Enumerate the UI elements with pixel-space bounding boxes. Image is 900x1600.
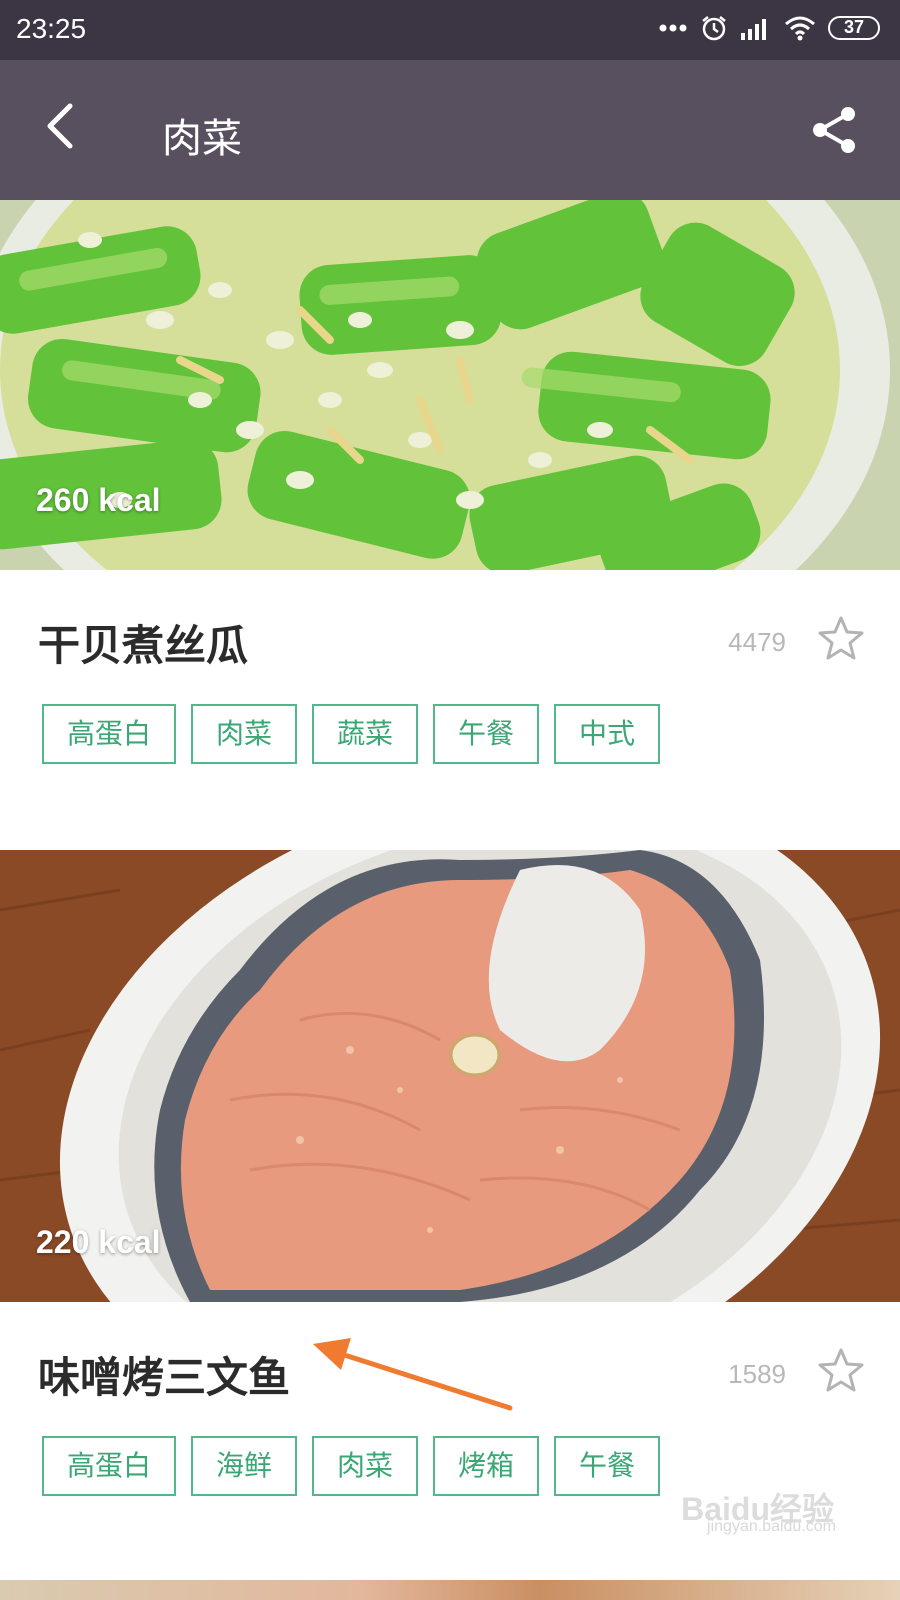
battery-indicator: 37: [828, 16, 880, 40]
signal-icon: [741, 19, 766, 40]
status-time: 23:25: [16, 13, 87, 44]
share-button[interactable]: [808, 104, 860, 156]
next-recipe-image-peek[interactable]: [0, 1580, 900, 1600]
annotation-arrow-icon: [313, 1338, 513, 1411]
tag[interactable]: 午餐: [433, 704, 539, 764]
recipe-image[interactable]: 220 kcal: [0, 850, 900, 1302]
tag[interactable]: 中式: [554, 704, 660, 764]
tag[interactable]: 高蛋白: [42, 704, 176, 764]
app-header: 肉菜: [0, 60, 900, 200]
back-button[interactable]: [36, 96, 96, 156]
watermark-url: jingyan.baidu.com: [707, 1518, 836, 1535]
tag-list: 高蛋白 海鲜 肉菜 烤箱 午餐: [42, 1436, 660, 1496]
wifi-icon: [785, 16, 815, 41]
page-title: 肉菜: [162, 116, 242, 162]
status-icons: 37: [658, 14, 880, 42]
tag[interactable]: 高蛋白: [42, 1436, 176, 1496]
status-bar: 23:25 37: [0, 0, 900, 60]
recipe-title[interactable]: 味噌烤三文鱼: [38, 1344, 290, 1405]
tag[interactable]: 海鲜: [191, 1436, 297, 1496]
kcal-label: 220 kcal: [36, 1224, 161, 1260]
favorite-star-icon[interactable]: [816, 1346, 866, 1396]
tag[interactable]: 午餐: [554, 1436, 660, 1496]
favorite-count: 1589: [728, 1359, 786, 1389]
tag-list: 高蛋白 肉菜 蔬菜 午餐 中式: [42, 704, 660, 764]
alarm-icon: [702, 16, 726, 41]
more-dots-icon: [659, 24, 687, 32]
recipe-image[interactable]: 260 kcal: [0, 200, 900, 570]
tag[interactable]: 肉菜: [312, 1436, 418, 1496]
recipe-title[interactable]: 干贝煮丝瓜: [38, 612, 248, 673]
favorite-count: 4479: [728, 627, 786, 657]
kcal-label: 260 kcal: [36, 482, 161, 518]
tag[interactable]: 肉菜: [191, 704, 297, 764]
favorite-star-icon[interactable]: [816, 614, 866, 664]
tag[interactable]: 蔬菜: [312, 704, 418, 764]
tag[interactable]: 烤箱: [433, 1436, 539, 1496]
